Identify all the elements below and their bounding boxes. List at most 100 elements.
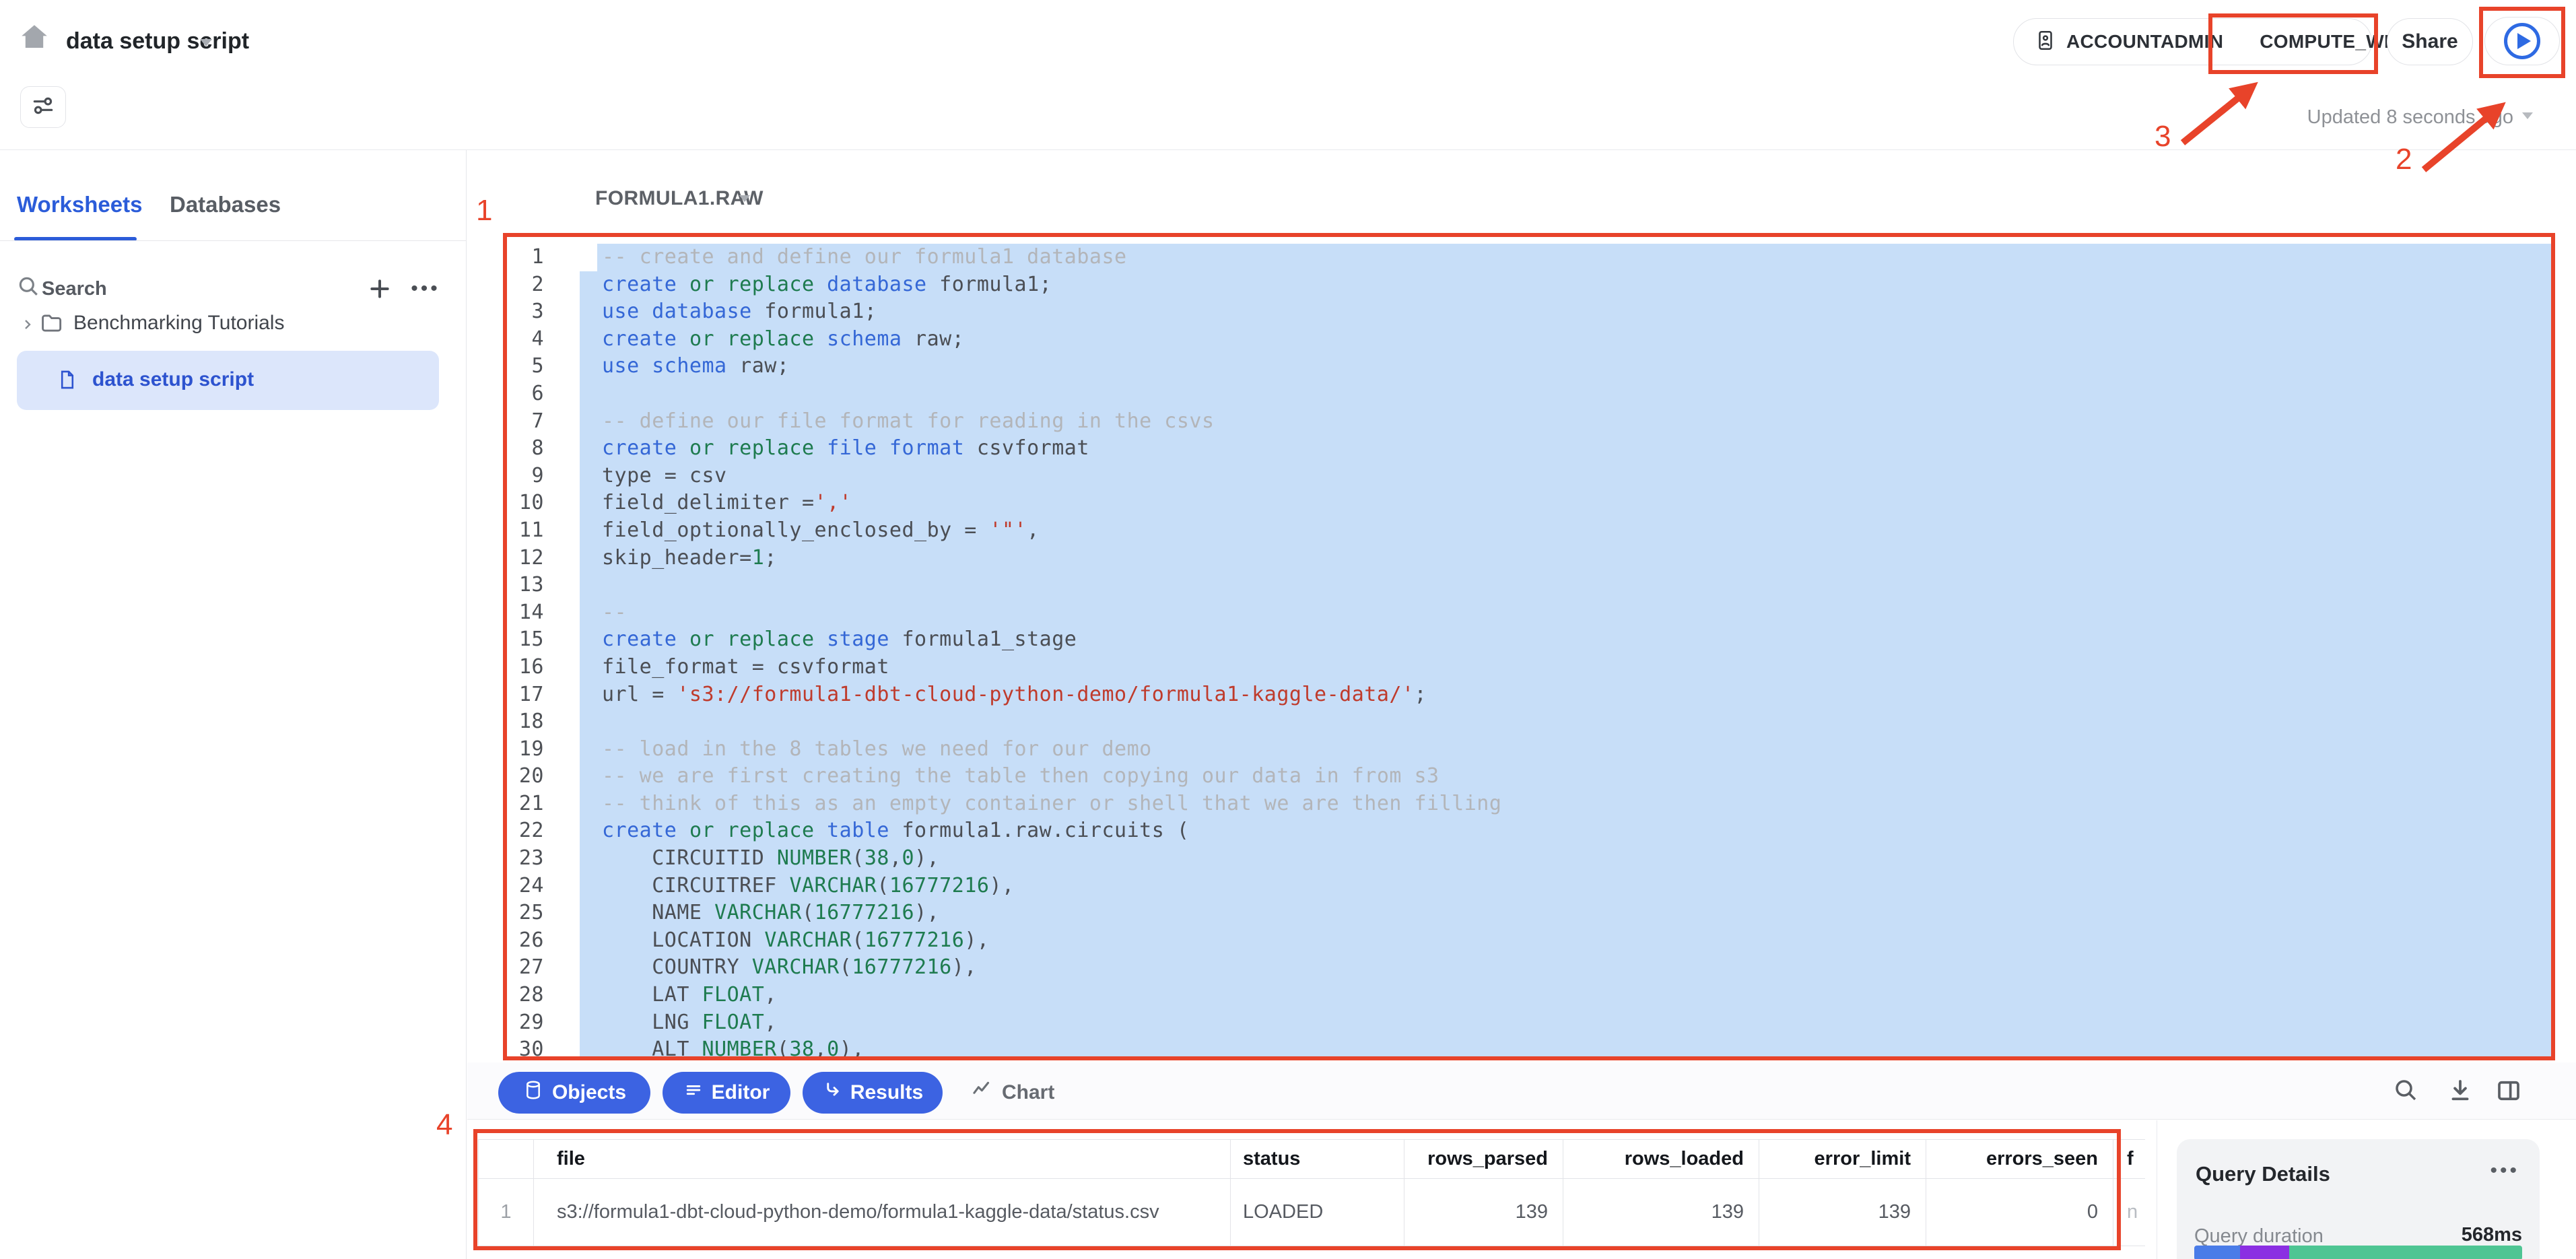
list-icon (683, 1080, 704, 1105)
table-row[interactable]: 1s3://formula1-dbt-cloud-python-demo/for… (479, 1179, 2146, 1246)
filters-button[interactable] (20, 86, 66, 128)
table-cell[interactable]: 0 (1926, 1179, 2113, 1246)
code-line: 15create or replace stage formula1_stage (507, 626, 2552, 654)
column-header[interactable]: file (534, 1140, 1231, 1179)
results-toggle-button[interactable]: Results (803, 1072, 943, 1114)
code-line: 2create or replace database formula1; (507, 271, 2552, 299)
split-view-button[interactable] (2491, 1075, 2526, 1110)
worksheet-title[interactable]: data setup script (66, 28, 249, 55)
sidebar-item-folder[interactable]: Benchmarking Tutorials (0, 306, 467, 344)
query-duration-bar (2194, 1246, 2522, 1259)
code-line: 14-- (507, 599, 2552, 627)
more-options-button[interactable]: ••• (407, 271, 444, 306)
column-header[interactable]: status (1231, 1140, 1404, 1179)
code-line: 21-- think of this as an empty container… (507, 790, 2552, 818)
table-cell[interactable]: 139 (1563, 1179, 1759, 1246)
code-line: 11field_optionally_enclosed_by = '"', (507, 517, 2552, 545)
tab-databases[interactable]: Databases (170, 192, 281, 217)
table-cell[interactable]: 139 (1759, 1179, 1926, 1246)
line-number: 16 (507, 654, 544, 681)
code-line: 6 (507, 380, 2552, 408)
sidebar: Worksheets Databases Search ••• (0, 150, 467, 1259)
run-button[interactable] (2484, 17, 2560, 65)
code-line: 26 LOCATION VARCHAR(16777216), (507, 927, 2552, 955)
objects-toggle-button[interactable]: Objects (498, 1072, 650, 1114)
search-results-button[interactable] (2389, 1075, 2424, 1110)
results-arrow-icon (822, 1080, 842, 1105)
code-line: 12skip_header=1; (507, 545, 2552, 572)
line-number: 9 (507, 463, 544, 490)
code-line: 4create or replace schema raw; (507, 326, 2552, 353)
line-number: 24 (507, 873, 544, 900)
worksheet-search[interactable]: Search ••• (0, 270, 467, 310)
role-warehouse-selector[interactable]: ACCOUNTADMIN COMPUTE_WH (2013, 18, 2372, 65)
chevron-down-icon (200, 39, 212, 46)
results-body: 1s3://formula1-dbt-cloud-python-demo/for… (479, 1179, 2146, 1246)
column-header[interactable]: f (2113, 1140, 2146, 1179)
line-number: 2 (507, 271, 544, 299)
table-cell[interactable]: n (2113, 1179, 2146, 1246)
line-number: 1 (507, 244, 544, 271)
new-worksheet-button[interactable] (362, 271, 397, 306)
line-number: 6 (507, 380, 544, 408)
line-number: 17 (507, 681, 544, 709)
play-icon (2504, 23, 2540, 59)
code-line: 24 CIRCUITREF VARCHAR(16777216), (507, 873, 2552, 900)
chart-line-icon (971, 1079, 994, 1107)
line-number: 3 (507, 298, 544, 326)
column-header[interactable]: error_limit (1759, 1140, 1926, 1179)
results-header-row: filestatusrows_parsedrows_loadederror_li… (479, 1140, 2146, 1179)
database-schema-selector[interactable]: FORMULA1.RAW (595, 187, 764, 210)
home-button[interactable] (18, 20, 50, 54)
role-badge-icon (2034, 28, 2057, 57)
code-line: 29 LNG FLOAT, (507, 1009, 2552, 1037)
worksheet-item-label: data setup script (92, 368, 254, 391)
results-label: Results (850, 1081, 923, 1104)
line-number: 11 (507, 517, 544, 545)
panel-toolbar: Objects Editor Results (467, 1062, 2576, 1120)
code-line: 30 ALT NUMBER(38,0), (507, 1036, 2552, 1057)
code-line: 18 (507, 708, 2552, 736)
line-number: 25 (507, 899, 544, 927)
code-line: 5use schema raw; (507, 353, 2552, 380)
snowsight-worksheet-page: data setup script ACCOUNTADMIN COMPUTE_W… (0, 0, 2576, 1259)
line-number: 5 (507, 353, 544, 380)
share-button[interactable]: Share (2387, 18, 2473, 65)
table-cell[interactable]: 139 (1404, 1179, 1563, 1246)
search-placeholder: Search (42, 278, 107, 300)
line-number: 28 (507, 982, 544, 1009)
top-bar: data setup script ACCOUNTADMIN COMPUTE_W… (0, 0, 2576, 149)
chart-label: Chart (1002, 1081, 1054, 1104)
database-icon (522, 1079, 544, 1106)
line-number: 23 (507, 845, 544, 873)
line-number: 22 (507, 817, 544, 845)
sidebar-divider (0, 240, 467, 241)
chart-toggle[interactable]: Chart (971, 1072, 1054, 1114)
search-icon (16, 274, 42, 303)
table-cell[interactable]: s3://formula1-dbt-cloud-python-demo/form… (534, 1179, 1231, 1246)
download-results-button[interactable] (2443, 1075, 2478, 1110)
editor-code[interactable]: 1-- create and define our formula1 datab… (507, 237, 2552, 1057)
line-number: 19 (507, 736, 544, 763)
column-header[interactable]: errors_seen (1926, 1140, 2113, 1179)
line-number: 20 (507, 763, 544, 790)
code-line: 7-- define our file format for reading i… (507, 408, 2552, 436)
query-details-title: Query Details (2196, 1162, 2330, 1186)
editor-toggle-button[interactable]: Editor (663, 1072, 790, 1114)
line-number: 18 (507, 708, 544, 736)
table-cell[interactable]: LOADED (1231, 1179, 1404, 1246)
column-header[interactable]: rows_parsed (1404, 1140, 1563, 1179)
code-line: 13 (507, 572, 2552, 599)
query-details-menu-button[interactable]: ••• (2490, 1159, 2519, 1182)
line-number: 21 (507, 790, 544, 818)
download-icon (2446, 1077, 2474, 1108)
code-line: 19-- load in the 8 tables we need for ou… (507, 736, 2552, 763)
sidebar-item-worksheet-selected[interactable]: data setup script (17, 351, 439, 410)
columns-icon (2495, 1077, 2523, 1108)
home-icon (18, 45, 50, 57)
code-line: 16file_format = csvformat (507, 654, 2552, 681)
duration-segment (2240, 1246, 2289, 1259)
updated-status[interactable]: Updated 8 seconds ago (2307, 106, 2513, 129)
column-header[interactable]: rows_loaded (1563, 1140, 1759, 1179)
tab-worksheets[interactable]: Worksheets (17, 192, 142, 217)
